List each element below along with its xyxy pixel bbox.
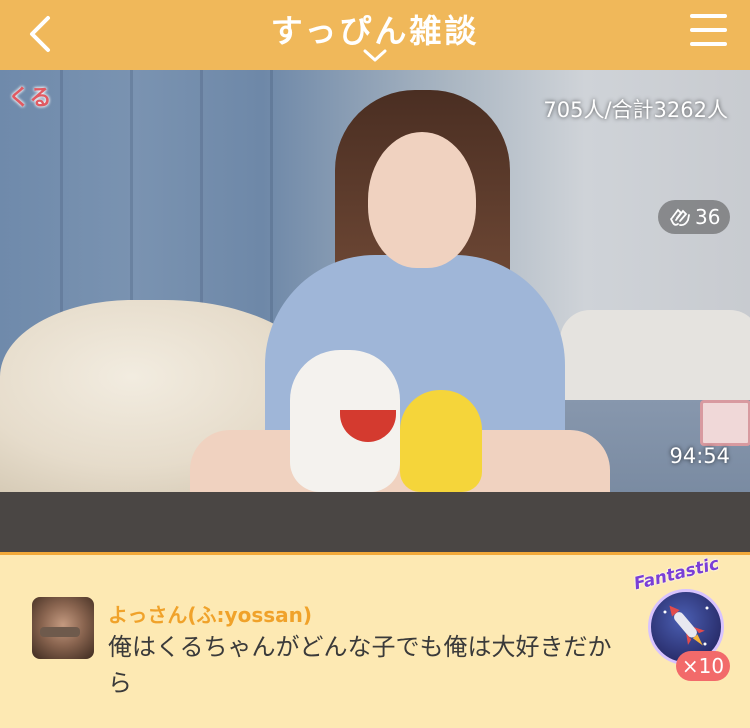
stream-timer: 94:54	[669, 444, 730, 468]
badge-label: Fantastic	[632, 553, 722, 595]
back-icon[interactable]	[22, 14, 62, 54]
host-tag: くる	[8, 86, 52, 111]
gift-multiplier: ×10	[676, 651, 730, 681]
phone	[700, 400, 750, 446]
clap-icon	[670, 208, 690, 227]
comment-message: 俺はくるちゃんがどんな子でも俺は大好きだから	[108, 633, 612, 697]
chevron-down-icon[interactable]	[361, 48, 389, 64]
video-player[interactable]: くる 705人/合計3262人 36 94:54	[0, 70, 750, 492]
plush-pikachu	[400, 390, 482, 492]
top-bar: すっぴん雑談	[0, 0, 750, 70]
streamer-face	[368, 132, 476, 268]
menu-button[interactable]	[690, 12, 730, 48]
avatar[interactable]	[32, 597, 94, 659]
video-spacer	[0, 492, 750, 552]
clap-button[interactable]: 36	[658, 200, 730, 234]
page-title: すっぴん雑談	[270, 12, 480, 50]
hamburger-icon	[690, 14, 727, 18]
clap-count: 36	[695, 205, 721, 229]
gift-badge: Fantastic ×10	[632, 554, 736, 685]
viewer-count: 705人/合計3262人	[543, 98, 728, 122]
comment-username[interactable]: よっさん(ふ:yossan)	[108, 599, 312, 628]
comment-card: よっさん(ふ:yossan) 俺はくるちゃんがどんな子でも俺は大好きだから Fa…	[0, 552, 750, 728]
